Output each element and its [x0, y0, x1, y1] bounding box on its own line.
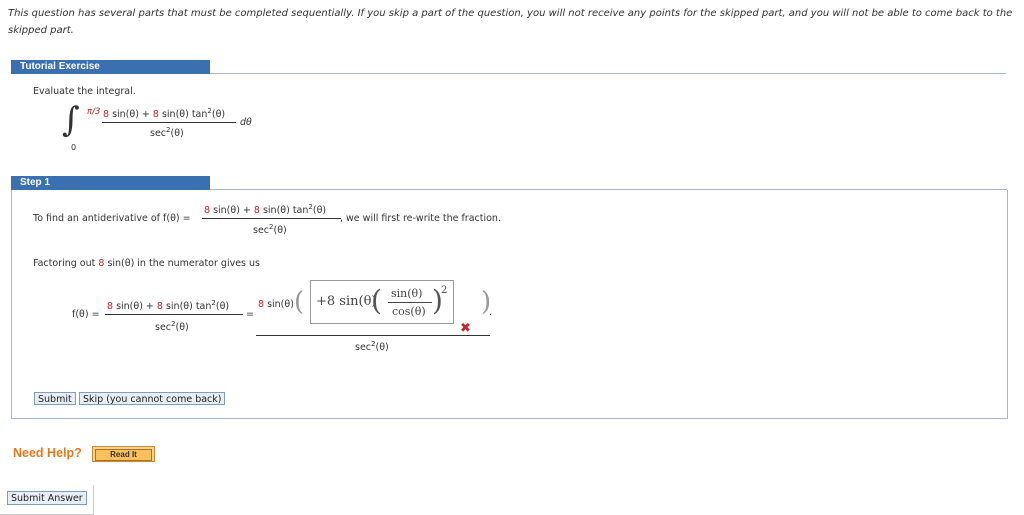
tutorial-prompt: Evaluate the integral. — [33, 86, 136, 97]
answer-frac-bar — [388, 302, 432, 303]
integrand-fraction-bar — [102, 122, 236, 123]
submit-button[interactable]: Submit — [34, 392, 76, 405]
answer-frac-num: sin(θ) — [391, 287, 423, 300]
factoring-text: Factoring out 8 sin(θ) in the numerator … — [33, 258, 260, 269]
equals-sign: = — [246, 309, 254, 320]
answer-left-paren: ( — [371, 284, 382, 317]
f-numerator: 8 sin(θ) + 8 sin(θ) tan2(θ) — [204, 203, 327, 217]
answer-exponent: 2 — [441, 285, 448, 296]
rhs-denominator: sec2(θ) — [355, 340, 389, 354]
instructions-text: This question has several parts that mus… — [8, 8, 1013, 36]
rhs-factor: 8 sin(θ) — [258, 299, 294, 310]
incorrect-icon: ✖ — [460, 321, 471, 336]
eq-denominator: sec2(θ) — [155, 320, 189, 334]
tutorial-header-rule — [210, 73, 1006, 74]
antiderivative-text: To find an antiderivative of f(θ) = — [33, 213, 191, 224]
step1-header: Step 1 — [11, 176, 210, 190]
read-it-label: Read It — [95, 449, 152, 461]
skip-button[interactable]: Skip (you cannot come back) — [79, 392, 226, 405]
tutorial-exercise-header: Tutorial Exercise — [11, 60, 210, 74]
rewrite-text: , we will first re-write the fraction. — [340, 213, 501, 224]
answer-frac-den: cos(θ) — [392, 305, 426, 318]
f-fraction-bar — [202, 218, 341, 219]
submit-answer-button[interactable]: Submit Answer — [7, 491, 87, 505]
integral-sign: ∫ — [62, 100, 80, 140]
upper-limit: π/3 — [87, 107, 101, 117]
need-help-label: Need Help? — [13, 446, 82, 460]
rhs-fraction-bar — [256, 335, 490, 336]
integrand-denominator: sec2(θ) — [150, 126, 184, 140]
eq-fraction-bar — [105, 314, 243, 315]
answer-term: +8 sin(θ) — [316, 294, 377, 309]
eq-numerator: 8 sin(θ) + 8 sin(θ) tan2(θ) — [107, 299, 230, 313]
differential: dθ — [240, 117, 252, 128]
integrand-numerator: 8 sin(θ) + 8 sin(θ) tan2(θ) — [103, 107, 226, 121]
f-label: f(θ) = — [72, 309, 100, 320]
f-denominator: sec2(θ) — [253, 223, 287, 237]
answer-input[interactable]: +8 sin(θ) ( sin(θ) cos(θ) ) 2 — [310, 280, 454, 324]
period: . — [489, 307, 493, 318]
left-paren: ( — [294, 287, 305, 317]
read-it-button[interactable]: Read It — [92, 446, 155, 462]
lower-limit: 0 — [71, 143, 77, 152]
